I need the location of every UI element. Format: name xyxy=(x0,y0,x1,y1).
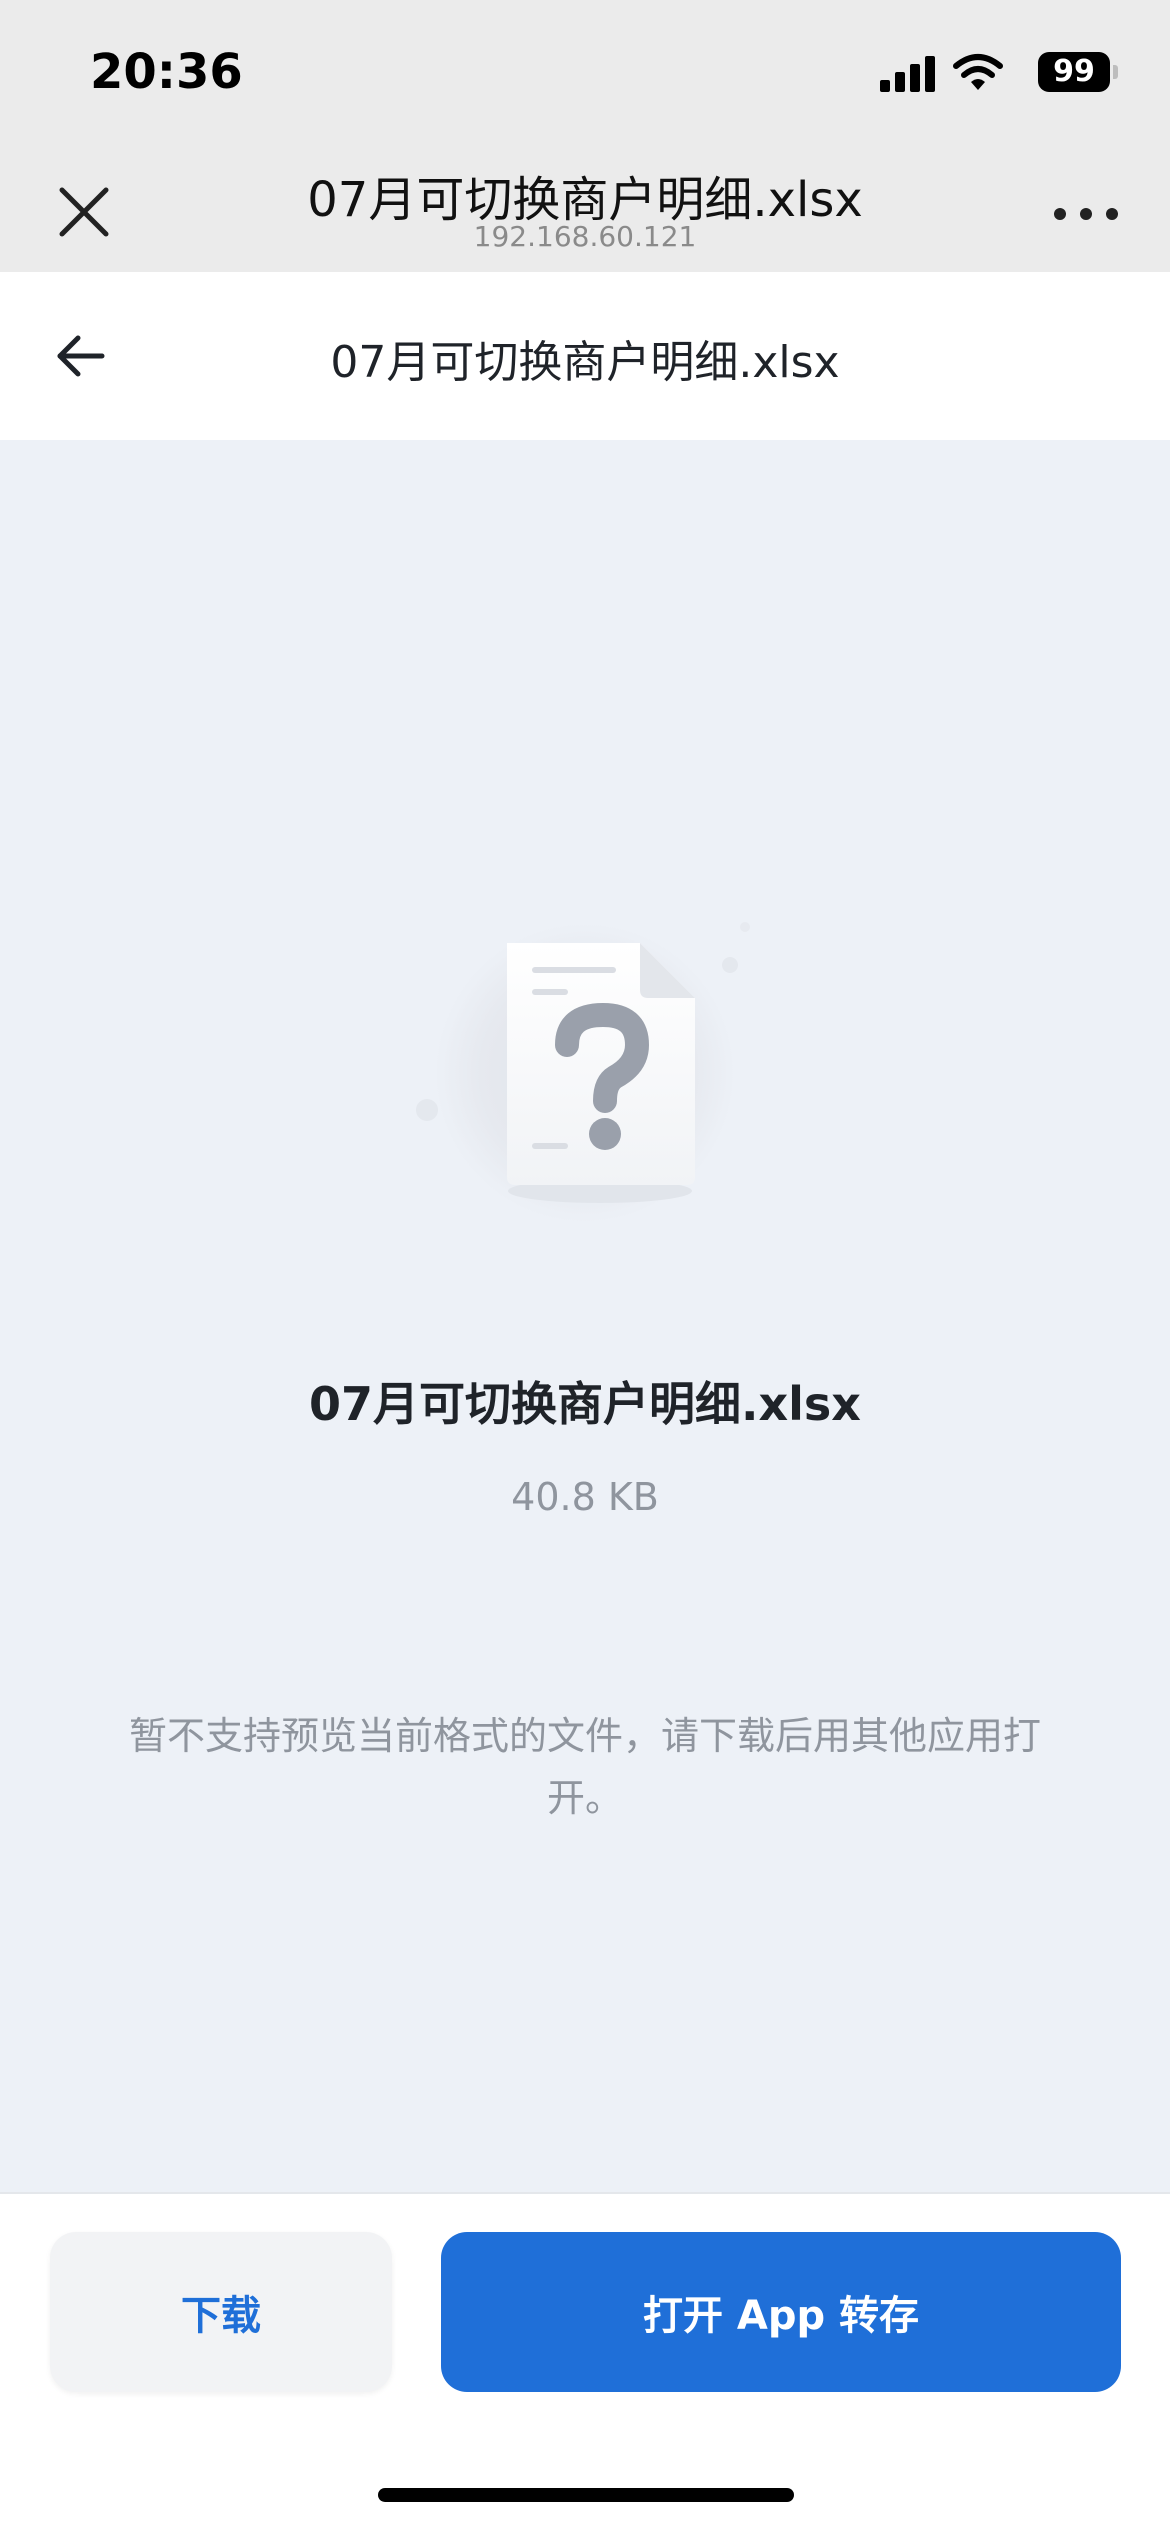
download-button[interactable]: 下载 xyxy=(50,2232,392,2392)
status-bar: 20:36 99 xyxy=(0,0,1170,140)
file-size: 40.8 KB xyxy=(511,1475,659,1519)
browser-url: 192.168.60.121 xyxy=(473,220,697,253)
status-icons: 99 xyxy=(880,52,1118,96)
file-name: 07月可切换商户明细.xlsx xyxy=(309,1377,861,1431)
bottom-action-bar: 下载 打开 App 转存 xyxy=(0,2192,1170,2534)
more-icon xyxy=(1054,208,1118,220)
back-arrow-icon xyxy=(57,335,105,377)
more-button[interactable] xyxy=(1040,178,1132,246)
back-button[interactable] xyxy=(46,320,118,392)
close-button[interactable] xyxy=(50,178,118,246)
browser-header: 07月可切换商户明细.xlsx 192.168.60.121 xyxy=(0,140,1170,272)
unknown-file-icon xyxy=(416,922,750,1223)
open-app-save-button[interactable]: 打开 App 转存 xyxy=(441,2232,1121,2392)
home-indicator[interactable] xyxy=(378,2488,794,2502)
battery-icon: 99 xyxy=(1038,52,1118,92)
unsupported-format-notice: 暂不支持预览当前格式的文件，请下载后用其他应用打开。 xyxy=(128,1714,1041,1820)
battery-level: 99 xyxy=(1053,54,1095,89)
nav-bar: 07月可切换商户明细.xlsx xyxy=(0,272,1170,440)
wifi-icon xyxy=(953,54,1003,90)
nav-title: 07月可切换商户明细.xlsx xyxy=(330,337,840,388)
file-preview-illustration xyxy=(405,905,765,1245)
cellular-signal-icon xyxy=(880,56,935,92)
close-icon xyxy=(59,187,109,237)
status-time: 20:36 xyxy=(90,44,243,100)
